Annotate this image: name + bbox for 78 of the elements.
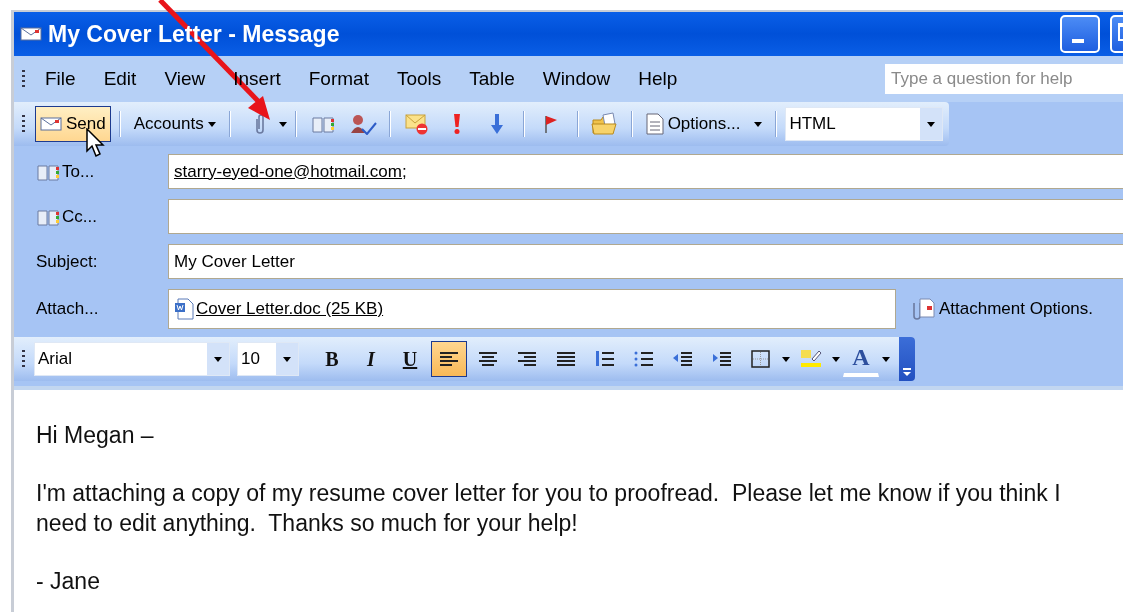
address-button[interactable]: To... [36,161,166,182]
toolbar-grip[interactable] [22,115,25,133]
recipient-field[interactable] [168,199,1123,234]
toolbar-options-button[interactable] [899,337,915,381]
exclamation-icon[interactable] [451,113,462,135]
italic-button[interactable]: I [353,341,389,377]
recipient-field[interactable]: starry-eyed-one@hotmail.com; [168,154,1123,189]
bulleted-list-icon [633,349,655,369]
bold-button[interactable]: B [314,341,350,377]
book-icon [36,162,60,181]
caret-icon [214,356,222,362]
subject-field[interactable]: My Cover Letter [168,244,1123,279]
underline-button[interactable]: U [392,341,428,377]
menu-item[interactable]: Format [294,64,383,94]
help-search-field[interactable]: Type a question for help [884,63,1123,95]
caret-icon [283,356,291,362]
caret-icon [927,121,936,127]
envelope-icon [20,26,42,42]
attachment-link[interactable]: Cover Letter.doc (25 KB) [196,299,384,319]
send-button[interactable]: Send [35,106,111,142]
accounts-button[interactable]: Accounts [128,106,221,142]
down-arrow-icon[interactable] [489,113,504,135]
recipient-address[interactable]: starry-eyed-one@hotmail.com [174,161,402,182]
document-icon [174,298,194,320]
minimize-button[interactable] [1060,15,1100,53]
mouse-pointer-icon [86,128,106,158]
caret-icon [207,121,216,127]
align-right-icon [516,349,538,369]
body-text: I'm attaching a copy of my resume cover letter for you to proofread. Please let me know if you think I need to edit anything. Thanks so much for your help! [36,479,1062,538]
paperclip-document-icon [910,297,936,321]
menu-item[interactable]: Table [455,64,529,94]
check-names-icon[interactable] [348,113,377,135]
message-format-dropdown[interactable]: HTML [785,107,944,141]
envelope-icon [40,116,62,132]
field-label: Attach... [36,299,100,319]
book-icon [36,207,60,226]
options-button[interactable]: Options... [640,106,768,142]
menu-item[interactable]: Window [528,64,625,94]
justify-icon [555,349,577,369]
separator-text: ; [401,161,407,182]
attachment-options-button[interactable]: Attachment Options. [910,297,1094,321]
menu-item[interactable]: View [150,64,220,94]
align-center-icon [477,349,499,369]
caret-icon[interactable] [882,356,890,362]
caret-icon[interactable] [782,356,790,362]
folder-icon[interactable] [590,112,619,136]
font-size-dropdown[interactable]: 10 [237,342,299,376]
field-label: Subject: [36,251,99,272]
body-text: - Jane [36,567,101,596]
paperclip-icon [253,113,264,135]
caret-icon[interactable] [832,356,840,362]
attachment-field[interactable]: Cover Letter.doc (25 KB) [168,289,896,329]
envelope-icon[interactable] [404,113,429,135]
increase-indent-icon [711,349,733,369]
border-icon [750,349,772,369]
menu-item[interactable]: Tools [382,64,456,94]
subject-text: My Cover Letter [174,251,295,272]
menu-item[interactable]: Help [624,64,692,94]
highlighter-icon [800,349,822,369]
align-left-icon [438,349,460,369]
caret-icon [754,121,763,127]
menu-item[interactable]: File [31,64,90,94]
chevron-icon [902,367,912,377]
font-name-dropdown[interactable]: Arial [34,342,230,376]
align-left-button[interactable] [431,341,467,377]
document-icon [645,113,664,135]
caret-icon[interactable] [278,121,287,127]
toolbar-grip[interactable] [22,70,25,88]
address-book-icon[interactable] [310,115,335,133]
message-body[interactable]: Hi Megan – I'm attaching a copy of my resume cover letter for you to proofread. Please let me know if you think I need to edit anything. Thanks so much for your help! - Jane [14,386,1123,612]
numbered-list-icon [594,349,616,369]
font-color-button[interactable]: A [843,341,879,377]
body-text: Hi Megan – [36,421,155,450]
address-button[interactable]: Cc... [36,206,166,227]
decrease-indent-icon [672,349,694,369]
flag-icon[interactable] [542,114,559,134]
menu-item[interactable]: Edit [89,64,151,94]
toolbar-grip[interactable] [22,350,25,368]
